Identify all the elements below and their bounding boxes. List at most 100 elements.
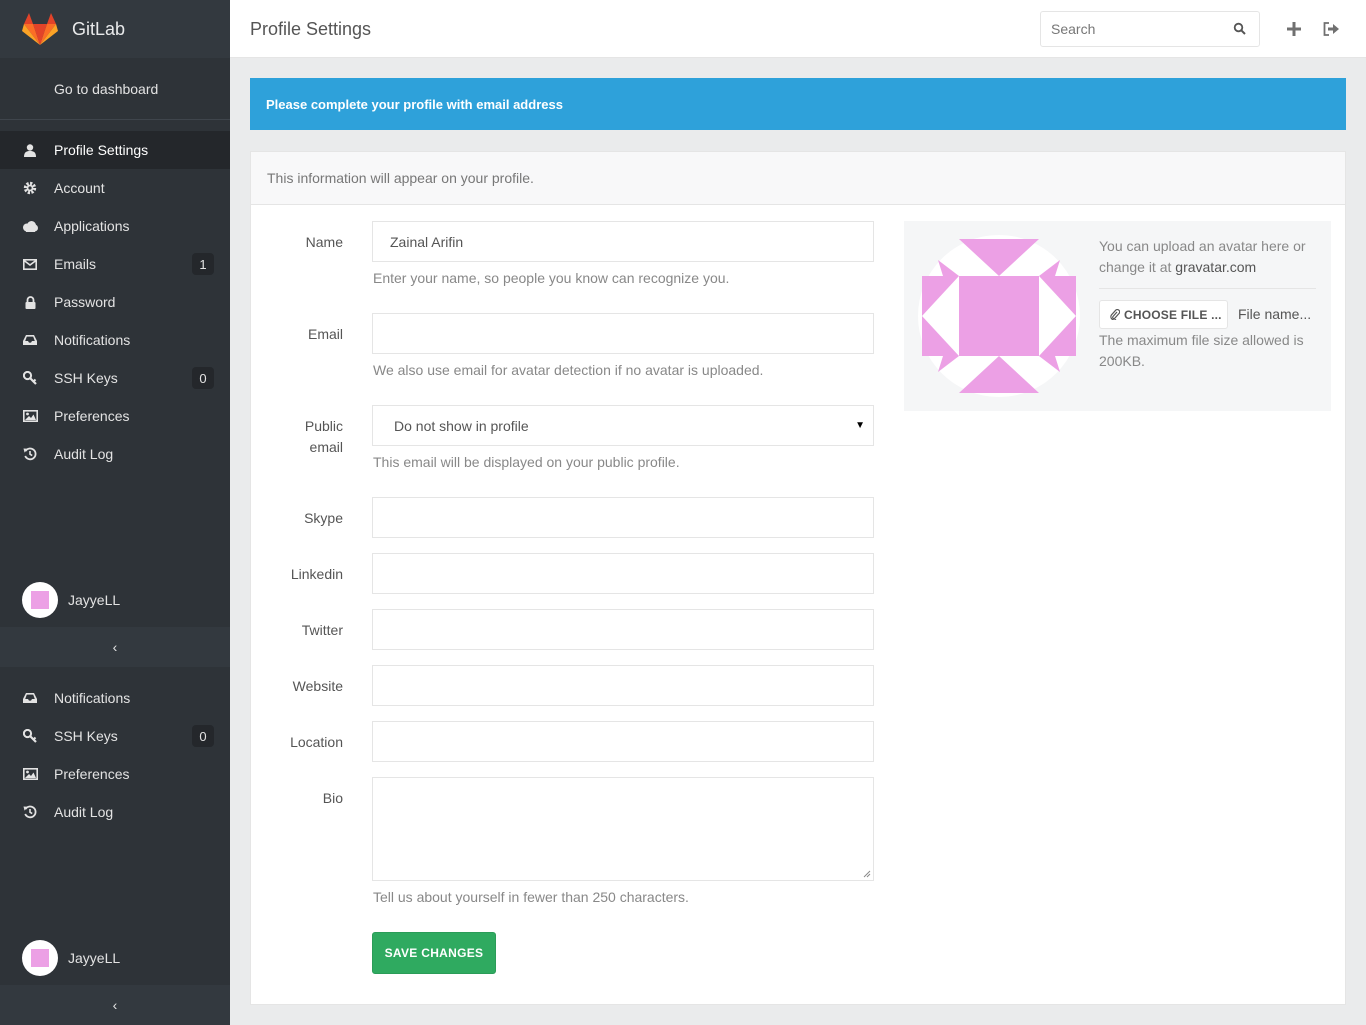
sidebar-item-label: SSH Keys	[54, 728, 118, 744]
current-user[interactable]: JayyeLL	[0, 575, 230, 625]
sidebar-item-label: Applications	[54, 218, 130, 234]
user-icon	[22, 143, 38, 157]
public-email-selected-value: Do not show in profile	[394, 417, 529, 434]
chevron-left-icon: ‹	[112, 639, 118, 655]
history-icon	[22, 805, 38, 819]
avatar-upload-text: You can upload an avatar here or change …	[1099, 236, 1319, 278]
emails-count-badge: 1	[192, 253, 214, 275]
panel-heading: This information will appear on your pro…	[251, 152, 1345, 205]
chevron-left-icon: ‹	[112, 997, 118, 1013]
ssh-keys-count-badge: 0	[192, 367, 214, 389]
website-field[interactable]	[372, 665, 874, 706]
choose-file-button[interactable]: CHOOSE FILE ...	[1099, 300, 1228, 329]
brand[interactable]: GitLab	[0, 0, 230, 58]
public-email-label: Public email	[251, 416, 343, 458]
public-email-label-line2: email	[309, 439, 343, 455]
history-icon	[22, 447, 38, 461]
linkedin-label: Linkedin	[290, 566, 343, 582]
sidebar-item-label: Preferences	[54, 766, 130, 782]
sidebar-item-notifications[interactable]: Notifications	[0, 321, 230, 359]
sidebar-item-audit-log[interactable]: Audit Log	[0, 793, 230, 831]
user-name: JayyeLL	[68, 592, 121, 608]
name-label: Name	[305, 234, 343, 250]
bio-help: Tell us about yourself in fewer than 250…	[373, 889, 689, 905]
sidebar-item-label: Notifications	[54, 332, 131, 348]
sidebar-item-label: SSH Keys	[54, 370, 118, 386]
inbox-icon	[22, 691, 38, 705]
sidebar-collapse-button[interactable]: ‹	[0, 627, 230, 667]
sidebar-item-label: Password	[54, 294, 116, 310]
divider	[1099, 288, 1316, 289]
website-label: Website	[292, 678, 343, 694]
sidebar-item-profile-settings[interactable]: Profile Settings	[0, 131, 230, 169]
key-icon	[22, 729, 38, 743]
user-name: JayyeLL	[68, 950, 121, 966]
profile-panel: This information will appear on your pro…	[250, 151, 1346, 1005]
profile-incomplete-alert: Please complete your profile with email …	[250, 78, 1346, 130]
twitter-field[interactable]	[372, 609, 874, 650]
sidebar-item-emails[interactable]: Emails 1	[0, 245, 230, 283]
go-to-dashboard-link[interactable]: Go to dashboard	[0, 58, 230, 120]
top-header: Profile Settings	[230, 0, 1366, 58]
key-icon	[22, 371, 38, 385]
caret-down-icon: ▼	[855, 420, 865, 431]
current-user[interactable]: JayyeLL	[0, 933, 230, 983]
sidebar-collapse-button[interactable]: ‹	[0, 985, 230, 1025]
avatar	[22, 582, 58, 618]
plus-icon[interactable]	[1285, 20, 1303, 38]
location-field[interactable]	[372, 721, 874, 762]
sidebar-item-ssh-keys[interactable]: SSH Keys 0	[0, 717, 230, 755]
lock-icon	[22, 295, 38, 309]
public-email-help: This email will be displayed on your pub…	[373, 454, 680, 470]
choose-file-label: CHOOSE FILE ...	[1124, 307, 1222, 322]
gitlab-logo-icon	[22, 13, 58, 45]
email-label: Email	[307, 326, 343, 342]
public-email-label-line1: Public	[304, 418, 343, 434]
avatar	[22, 940, 58, 976]
sidebar-nav-secondary: Notifications SSH Keys 0 Preferences Aud…	[0, 679, 230, 831]
location-label: Location	[290, 734, 343, 750]
ssh-keys-count-badge: 0	[192, 725, 214, 747]
page-title: Profile Settings	[250, 19, 372, 39]
sidebar-item-label: Audit Log	[54, 446, 114, 462]
brand-name: GitLab	[72, 18, 126, 39]
bio-label: Bio	[322, 790, 343, 806]
email-field[interactable]	[372, 313, 874, 354]
search-icon[interactable]	[1233, 22, 1247, 36]
avatar-upload-box: You can upload an avatar here or change …	[904, 221, 1331, 411]
sidebar-item-label: Profile Settings	[54, 142, 149, 158]
public-email-select[interactable]: Do not show in profile ▼	[372, 405, 874, 446]
file-name-text: File name...	[1238, 306, 1312, 322]
gravatar-link[interactable]: gravatar.com	[1175, 259, 1256, 275]
sidebar-item-account[interactable]: Account	[0, 169, 230, 207]
name-help: Enter your name, so people you know can …	[373, 270, 730, 286]
sidebar-item-password[interactable]: Password	[0, 283, 230, 321]
sidebar-item-preferences[interactable]: Preferences	[0, 755, 230, 793]
identicon-avatar	[918, 235, 1080, 397]
name-field[interactable]	[372, 221, 874, 262]
sidebar-item-preferences[interactable]: Preferences	[0, 397, 230, 435]
email-help: We also use email for avatar detection i…	[373, 362, 764, 378]
sidebar-item-ssh-keys[interactable]: SSH Keys 0	[0, 359, 230, 397]
envelope-icon	[22, 257, 38, 271]
twitter-label: Twitter	[301, 622, 343, 638]
paperclip-icon	[1110, 309, 1120, 320]
search-box[interactable]	[1040, 11, 1260, 47]
skype-field[interactable]	[372, 497, 874, 538]
sidebar-item-label: Notifications	[54, 690, 131, 706]
image-icon	[22, 767, 38, 781]
search-input[interactable]	[1041, 12, 1221, 46]
image-icon	[22, 409, 38, 423]
sidebar-item-label: Emails	[54, 256, 97, 272]
avatar-size-help: The maximum file size allowed is 200KB.	[1099, 332, 1304, 369]
sidebar-item-label: Preferences	[54, 408, 130, 424]
sign-out-icon[interactable]	[1322, 20, 1340, 38]
save-changes-button[interactable]: SAVE CHANGES	[372, 932, 496, 974]
sidebar-item-audit-log[interactable]: Audit Log	[0, 435, 230, 473]
resize-grip-icon[interactable]	[863, 870, 871, 878]
skype-label: Skype	[304, 510, 343, 526]
linkedin-field[interactable]	[372, 553, 874, 594]
sidebar-item-applications[interactable]: Applications	[0, 207, 230, 245]
sidebar-item-notifications[interactable]: Notifications	[0, 679, 230, 717]
bio-textarea[interactable]	[372, 777, 874, 881]
